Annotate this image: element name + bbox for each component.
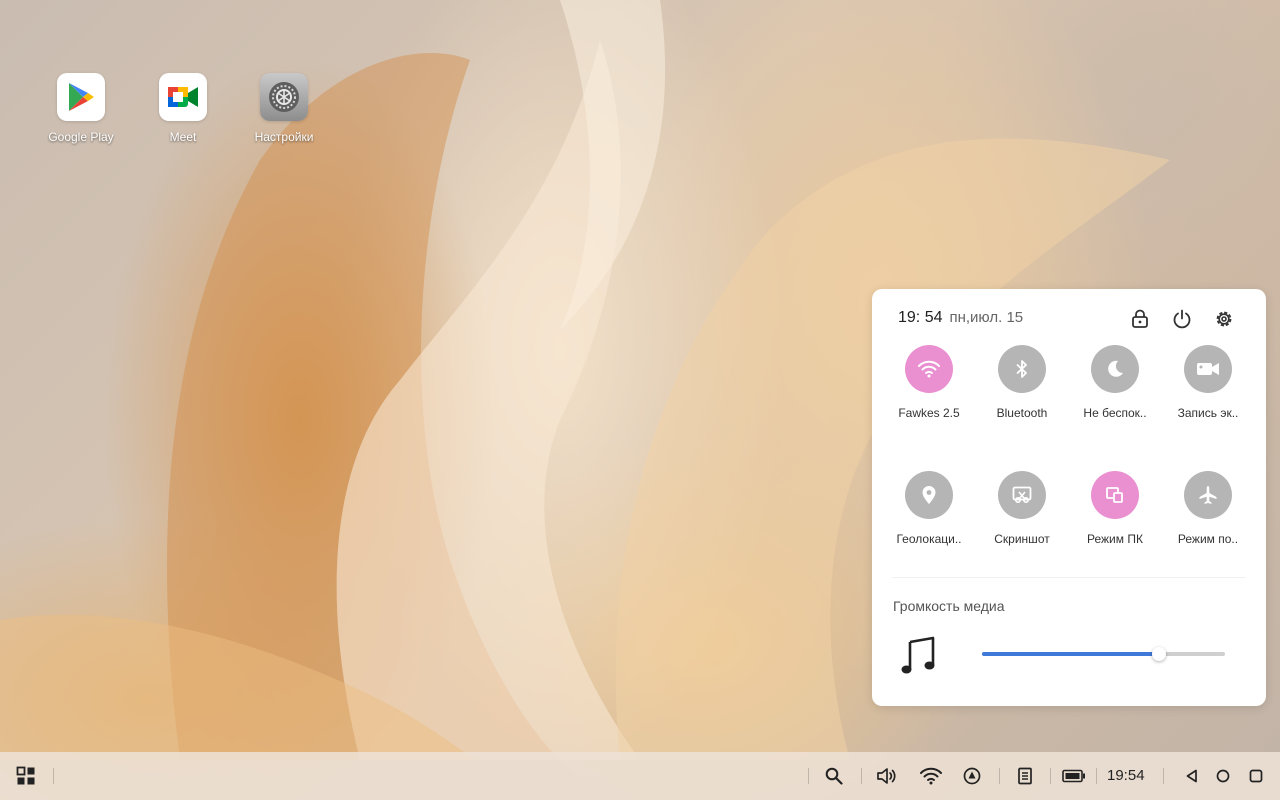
panel-date: пн,июл. 15 <box>949 309 1024 326</box>
desktop-icon-label: Google Play <box>48 130 114 144</box>
volume-icon <box>877 768 896 784</box>
taskbar: 19:54 <box>0 752 1280 800</box>
battery-button[interactable] <box>1060 764 1088 788</box>
volume-slider[interactable] <box>982 647 1225 661</box>
tile-label: Режим ПК <box>1087 532 1143 546</box>
music-note-icon <box>900 635 938 682</box>
desktop-icon-google-play[interactable]: Google Play <box>31 73 131 144</box>
taskbar-separator <box>53 768 54 784</box>
home-button[interactable] <box>1211 764 1235 788</box>
tile-circle[interactable] <box>1091 471 1139 519</box>
panel-header: 19: 54 пн,июл. 15 <box>898 309 1023 329</box>
tile-airplane-mode[interactable]: Режим по.. <box>1162 471 1254 546</box>
desktop-icon-label: Meet <box>169 130 197 144</box>
taskbar-clock[interactable]: 19:54 <box>1107 767 1145 784</box>
tile-circle[interactable] <box>1184 345 1232 393</box>
tile-circle[interactable] <box>1184 471 1232 519</box>
notes-icon <box>1018 767 1032 785</box>
tile-bluetooth[interactable]: Bluetooth <box>976 345 1068 420</box>
wifi-button[interactable] <box>919 764 943 788</box>
airplane-icon <box>1199 486 1217 504</box>
slider-fill <box>982 652 1160 656</box>
volume-title: Громкость медиа <box>893 598 1005 614</box>
moon-icon <box>1108 360 1123 377</box>
desktop-icon-settings[interactable]: Настройки <box>234 73 334 144</box>
tile-label: Скриншот <box>994 532 1050 546</box>
tile-label: Bluetooth <box>996 406 1048 420</box>
tile-circle[interactable] <box>905 345 953 393</box>
slider-thumb[interactable] <box>1152 647 1167 661</box>
tile-label: Fawkes 2.5 <box>898 406 960 420</box>
start-menu-icon <box>16 766 35 785</box>
settings-button[interactable] <box>1212 307 1236 331</box>
tile-label: Геолокаци.. <box>896 532 962 546</box>
recents-icon <box>1249 769 1263 783</box>
bluetooth-icon <box>1016 360 1027 378</box>
tile-screenshot[interactable]: Скриншот <box>976 471 1068 546</box>
taskbar-separator <box>808 768 809 784</box>
start-menu-button[interactable] <box>14 764 38 788</box>
tile-do-not-disturb[interactable]: Не беспок.. <box>1069 345 1161 420</box>
taskbar-separator <box>1163 768 1164 784</box>
battery-icon <box>1062 769 1085 783</box>
tile-circle[interactable] <box>998 345 1046 393</box>
tile-label: Запись эк.. <box>1177 406 1239 420</box>
lock-button[interactable] <box>1128 307 1152 331</box>
gear-icon <box>1216 311 1232 327</box>
power-icon <box>1173 309 1191 329</box>
back-button[interactable] <box>1180 764 1204 788</box>
taskbar-separator <box>861 768 862 784</box>
taskbar-separator <box>1050 768 1051 784</box>
search-button[interactable] <box>822 764 846 788</box>
google-meet-icon <box>159 73 207 121</box>
screenshot-icon <box>1012 486 1032 504</box>
recents-button[interactable] <box>1244 764 1268 788</box>
tile-label: Режим по.. <box>1177 532 1239 546</box>
home-icon <box>1216 769 1230 783</box>
tile-pc-mode[interactable]: Режим ПК <box>1069 471 1161 546</box>
taskbar-separator <box>999 768 1000 784</box>
lock-icon <box>1132 309 1148 328</box>
wifi-icon <box>918 360 940 378</box>
wifi-icon <box>920 767 942 785</box>
video-camera-icon <box>1197 363 1219 375</box>
navigation-icon <box>963 767 981 785</box>
notes-button[interactable] <box>1013 764 1037 788</box>
google-play-icon <box>57 73 105 121</box>
desktop-icon-label: Настройки <box>254 130 314 144</box>
search-icon <box>825 767 843 785</box>
tile-screen-record[interactable]: Запись эк.. <box>1162 345 1254 420</box>
back-icon <box>1186 769 1197 783</box>
tile-circle[interactable] <box>905 471 953 519</box>
tile-location[interactable]: Геолокаци.. <box>883 471 975 546</box>
pc-mode-icon <box>1106 487 1123 503</box>
navigation-button[interactable] <box>960 764 984 788</box>
tile-wifi[interactable]: Fawkes 2.5 <box>883 345 975 420</box>
settings-app-icon <box>260 73 308 121</box>
tile-label: Не беспок.. <box>1083 406 1147 420</box>
taskbar-separator <box>1096 768 1097 784</box>
location-pin-icon <box>922 486 936 504</box>
quick-settings-panel: 19: 54 пн,июл. 15 Fawkes 2.5 Bluetooth Н… <box>872 289 1266 706</box>
power-button[interactable] <box>1170 307 1194 331</box>
volume-button[interactable] <box>875 764 899 788</box>
tile-circle[interactable] <box>1091 345 1139 393</box>
desktop-icon-meet[interactable]: Meet <box>133 73 233 144</box>
panel-time: 19: 54 <box>898 309 943 326</box>
tile-circle[interactable] <box>998 471 1046 519</box>
panel-divider <box>892 577 1246 578</box>
